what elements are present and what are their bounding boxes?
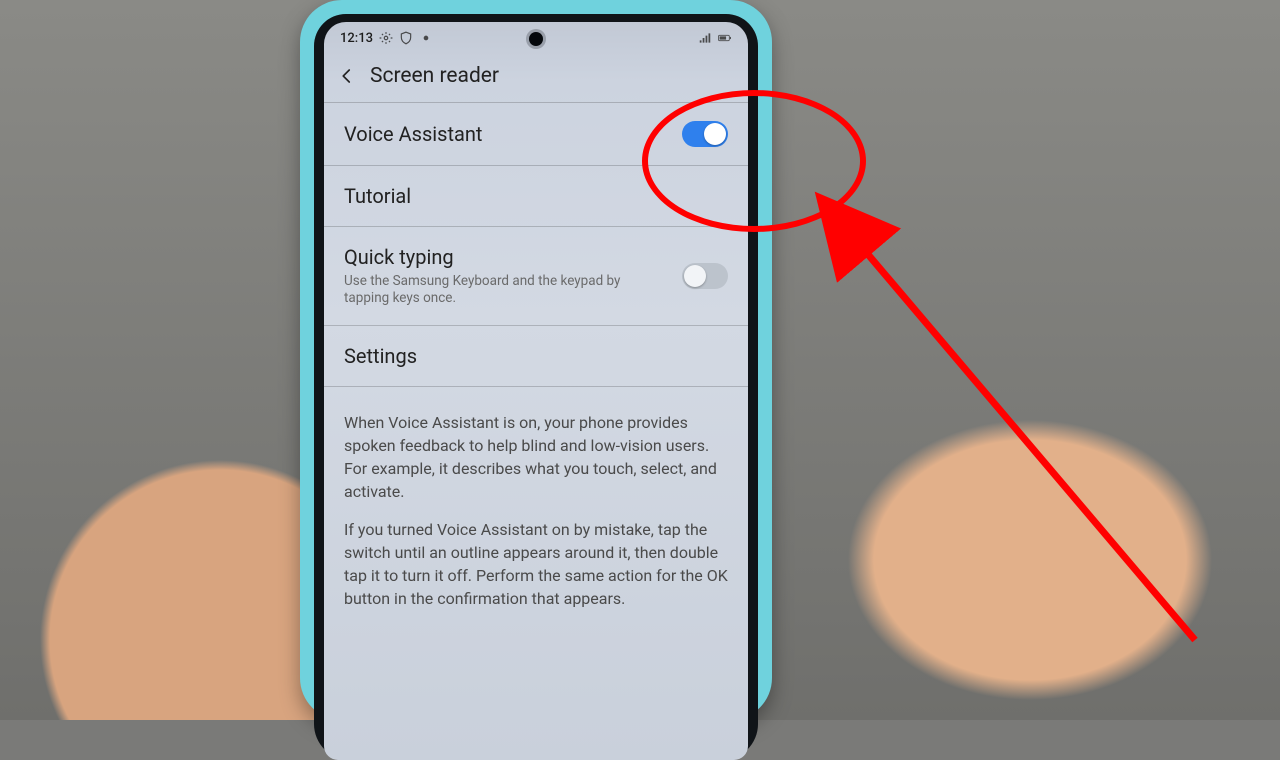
status-time: 12:13: [340, 31, 373, 46]
dot-icon: [419, 31, 433, 45]
settings-label: Settings: [344, 344, 728, 368]
phone-bezel: 12:13 Screen reader Voice Assis: [314, 14, 758, 760]
gear-icon: [379, 31, 393, 45]
page-title: Screen reader: [370, 64, 499, 88]
camera-hole: [529, 32, 543, 46]
battery-icon: [718, 31, 732, 45]
tutorial-label: Tutorial: [344, 184, 728, 208]
row-voice-assistant[interactable]: Voice Assistant: [324, 103, 748, 165]
info-paragraph-2: If you turned Voice Assistant on by mist…: [344, 518, 728, 611]
signal-icon: [698, 31, 712, 45]
info-paragraph-1: When Voice Assistant is on, your phone p…: [344, 411, 728, 504]
row-tutorial[interactable]: Tutorial: [324, 166, 748, 226]
row-quick-typing[interactable]: Quick typing Use the Samsung Keyboard an…: [324, 227, 748, 325]
back-icon[interactable]: [338, 67, 356, 85]
phone-screen: 12:13 Screen reader Voice Assis: [324, 22, 748, 760]
voice-assistant-label: Voice Assistant: [344, 122, 666, 146]
phone-shell: 12:13 Screen reader Voice Assis: [300, 0, 772, 720]
quick-typing-sub: Use the Samsung Keyboard and the keypad …: [344, 273, 666, 307]
status-left: 12:13: [340, 31, 433, 46]
shield-icon: [399, 31, 413, 45]
row-settings[interactable]: Settings: [324, 326, 748, 386]
app-header: Screen reader: [324, 54, 748, 102]
quick-typing-label: Quick typing: [344, 245, 666, 269]
status-right: [698, 31, 732, 45]
voice-assistant-toggle[interactable]: [682, 121, 728, 147]
quick-typing-toggle[interactable]: [682, 263, 728, 289]
info-block: When Voice Assistant is on, your phone p…: [324, 387, 748, 635]
